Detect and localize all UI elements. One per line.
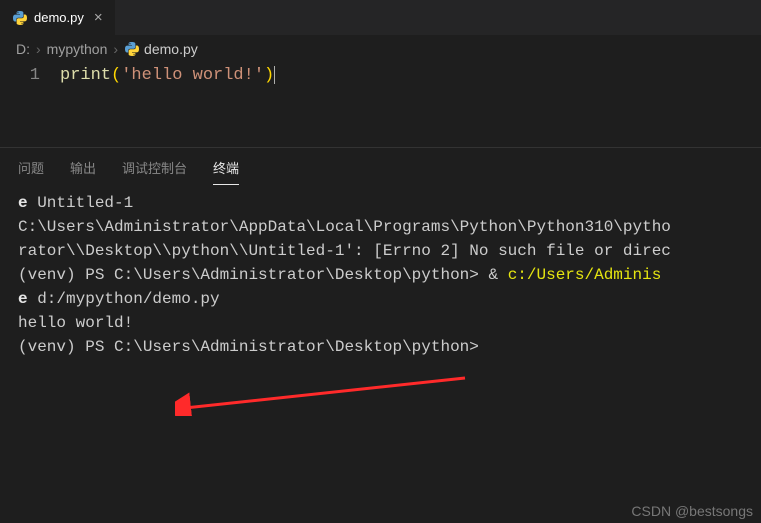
breadcrumb-drive: D: [16,41,30,57]
code-editor[interactable]: 1 print('hello world!') [0,63,761,147]
breadcrumb[interactable]: D: › mypython › demo.py [0,35,761,63]
code-line: print('hello world!') [60,65,761,87]
terminal-content[interactable]: e Untitled-1 C:\Users\Administrator\AppD… [0,185,761,365]
text-cursor [274,66,275,84]
line-number: 1 [0,65,60,87]
close-icon[interactable]: × [94,9,103,26]
python-icon [124,41,140,57]
chevron-right-icon: › [36,41,41,57]
panel-tabs: 问题 输出 调试控制台 终端 [0,148,761,185]
annotation-arrow-icon [175,376,475,416]
bottom-panel: 问题 输出 调试控制台 终端 e Untitled-1 C:\Users\Adm… [0,147,761,365]
tab-demo-py[interactable]: demo.py × [0,0,116,35]
tab-terminal[interactable]: 终端 [213,158,239,177]
breadcrumb-file: demo.py [124,41,198,57]
python-icon [12,10,28,26]
tab-bar: demo.py × [0,0,761,35]
tab-debug-console[interactable]: 调试控制台 [122,158,187,177]
tab-problems[interactable]: 问题 [18,158,44,177]
breadcrumb-folder: mypython [47,41,108,57]
watermark: CSDN @bestsongs [631,503,753,519]
tab-filename: demo.py [34,10,84,25]
chevron-right-icon: › [113,41,118,57]
tab-output[interactable]: 输出 [70,158,96,177]
